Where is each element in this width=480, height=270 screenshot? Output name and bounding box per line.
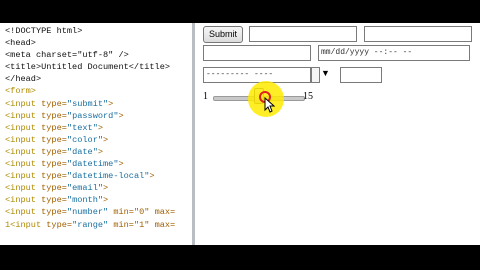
code-token: type= (35, 134, 67, 145)
code-line: <input type="datetime"> (5, 158, 175, 170)
mouse-pointer-icon (264, 97, 276, 113)
code-token: <input (5, 159, 36, 170)
code-token: "datetime" (66, 159, 119, 170)
code-token: "color" (66, 134, 104, 145)
code-token: type= (35, 122, 67, 133)
code-line: <form> (5, 85, 175, 97)
month-field[interactable]: --------- ---- (203, 67, 311, 83)
code-token: <form> (5, 86, 36, 97)
range-max-label: 15 (303, 91, 313, 102)
code-token: type= (35, 183, 67, 194)
code-token: type= (35, 171, 67, 182)
screen-recording-frame: <!DOCTYPE html> <head> <meta charset="utf-… (0, 23, 480, 245)
code-line: <input type="submit"> (5, 98, 175, 110)
month-spinner[interactable] (311, 67, 320, 83)
code-token: <head> (5, 38, 36, 49)
code-token: > (97, 146, 104, 157)
code-token: 1<input (5, 219, 42, 230)
dropdown-arrow-icon[interactable]: ▼ (321, 68, 330, 78)
code-token: <input (5, 207, 36, 218)
code-token: "month" (66, 195, 104, 206)
code-line: <title>Untitled Document</title> (5, 61, 175, 73)
code-token: "range" (72, 219, 109, 230)
code-line: <input type="datetime-local"> (5, 170, 175, 182)
code-token: > (149, 171, 155, 182)
code-line: <meta charset="utf-8" /> (5, 49, 175, 61)
code-token: <input (5, 195, 36, 206)
live-preview-pane: Submit mm/dd/yyyy --:-- -- --------- ---… (195, 23, 480, 245)
code-listing: <!DOCTYPE html> <head> <meta charset="utf-… (5, 25, 175, 231)
code-token: <input (5, 122, 36, 133)
color-field[interactable] (203, 45, 311, 61)
code-editor-pane[interactable]: <!DOCTYPE html> <head> <meta charset="utf-… (0, 23, 192, 245)
code-token: <input (5, 171, 36, 182)
code-line: <input type="text"> (5, 122, 175, 134)
code-token: type= (35, 207, 67, 218)
code-token: "datetime-local" (66, 171, 150, 182)
code-line: 1<input type="range" min="1" max= (5, 219, 175, 231)
code-line: <input type="email"> (5, 182, 175, 194)
code-token: type= (35, 146, 67, 157)
code-token: <input (5, 134, 36, 145)
code-token: <!DOCTYPE html> (5, 26, 83, 36)
code-token: <title>Untitled Document</title> (5, 62, 171, 73)
code-token: > (108, 98, 114, 109)
text-field[interactable] (364, 26, 472, 42)
code-token: type= (41, 219, 73, 230)
code-token: type= (35, 159, 67, 170)
code-line: <head> (5, 37, 175, 49)
datetime-field[interactable]: mm/dd/yyyy --:-- -- (318, 45, 470, 61)
code-token: > (103, 183, 109, 194)
code-token: min="0" max= (108, 207, 176, 218)
code-token: <input (5, 146, 36, 157)
code-token: "number" (66, 207, 109, 218)
code-line: <input type="date"> (5, 146, 175, 158)
code-token: > (103, 134, 109, 145)
code-token: > (103, 195, 109, 206)
code-line: <input type="password"> (5, 110, 175, 122)
code-token: type= (35, 195, 67, 206)
code-token: <input (5, 98, 36, 109)
number-field[interactable] (340, 67, 382, 83)
code-token: "date" (66, 146, 98, 157)
code-token: > (97, 122, 104, 133)
code-token: <input (5, 183, 36, 194)
code-token: type= (35, 110, 67, 121)
code-token: <meta charset="utf-8" /> (5, 50, 129, 61)
code-token: "email" (66, 183, 104, 194)
range-min-label: 1 (203, 91, 208, 102)
code-token: "submit" (66, 98, 109, 109)
code-token: <input (5, 110, 36, 121)
code-line: <!DOCTYPE html> (5, 25, 175, 37)
code-token: min="1" max= (108, 219, 176, 230)
code-token: type= (35, 98, 67, 109)
code-token: "text" (66, 122, 98, 133)
code-line: </head> (5, 73, 175, 85)
password-field[interactable] (249, 26, 357, 42)
code-token: "password" (66, 110, 119, 121)
code-token: > (118, 110, 124, 121)
submit-button[interactable]: Submit (203, 26, 243, 43)
code-line: <input type="month"> (5, 194, 175, 206)
code-token: </head> (5, 74, 42, 85)
code-line: <input type="number" min="0" max= (5, 206, 175, 218)
code-token: > (118, 159, 124, 170)
code-line: <input type="color"> (5, 134, 175, 146)
